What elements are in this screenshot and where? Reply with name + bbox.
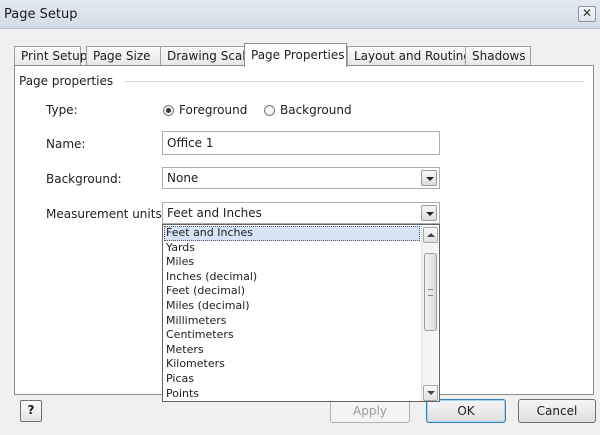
measurement-units-list[interactable]: Feet and Inches Yards Miles Inches (deci… xyxy=(162,224,440,402)
apply-button[interactable]: Apply xyxy=(330,399,410,423)
list-item[interactable]: Centimeters xyxy=(164,328,420,343)
group-title: Page properties xyxy=(19,74,114,88)
title-bar: Page Setup ✕ xyxy=(0,0,600,29)
tab-layout-and-routing[interactable]: Layout and Routing xyxy=(347,46,471,66)
foreground-radio[interactable]: Foreground xyxy=(163,103,247,117)
tab-page-properties[interactable]: Page Properties xyxy=(244,43,347,67)
list-item[interactable]: Millimeters xyxy=(164,314,420,329)
background-radio[interactable]: Background xyxy=(264,103,352,117)
close-icon: ✕ xyxy=(581,6,593,20)
ok-button[interactable]: OK xyxy=(426,399,506,423)
chevron-down-icon[interactable] xyxy=(421,170,437,186)
list-item[interactable]: Yards xyxy=(164,241,420,256)
close-button[interactable]: ✕ xyxy=(578,6,596,22)
tab-drawing-scale[interactable]: Drawing Scale xyxy=(160,46,255,66)
list-item[interactable]: Points xyxy=(164,387,420,401)
tab-print-setup[interactable]: Print Setup xyxy=(14,46,87,66)
name-label: Name: xyxy=(46,137,86,151)
measurement-units-dropdown[interactable]: Feet and Inches xyxy=(162,202,440,224)
background-value: None xyxy=(167,171,199,185)
background-dropdown[interactable]: None xyxy=(162,167,440,189)
help-button[interactable]: ? xyxy=(20,400,42,422)
list-item[interactable]: Meters xyxy=(164,343,420,358)
list-scrollbar[interactable] xyxy=(421,226,438,401)
list-item[interactable]: Kilometers xyxy=(164,357,420,372)
group-divider xyxy=(124,81,584,82)
radio-checked-icon xyxy=(163,104,174,116)
measurement-units-value: Feet and Inches xyxy=(167,206,262,220)
type-label: Type: xyxy=(46,103,78,117)
list-item[interactable]: Feet and Inches xyxy=(164,226,420,241)
background-radio-label: Background xyxy=(280,103,352,117)
measurement-units-label: Measurement units: xyxy=(46,207,166,221)
cancel-button[interactable]: Cancel xyxy=(518,399,596,423)
tab-shadows[interactable]: Shadows xyxy=(465,46,531,66)
list-item[interactable]: Miles (decimal) xyxy=(164,299,420,314)
background-label: Background: xyxy=(46,172,122,186)
foreground-radio-label: Foreground xyxy=(179,103,248,117)
list-item[interactable]: Picas xyxy=(164,372,420,387)
list-item[interactable]: Miles xyxy=(164,255,420,270)
help-icon: ? xyxy=(27,403,35,417)
scroll-down-icon[interactable] xyxy=(423,385,438,401)
name-field[interactable]: Office 1 xyxy=(162,131,440,155)
list-items: Feet and Inches Yards Miles Inches (deci… xyxy=(164,226,420,401)
chevron-down-icon[interactable] xyxy=(421,205,437,221)
radio-unchecked-icon xyxy=(264,104,275,116)
tab-page-size[interactable]: Page Size xyxy=(86,46,163,66)
scroll-up-icon[interactable] xyxy=(423,227,438,243)
window-title: Page Setup xyxy=(4,7,78,22)
list-item[interactable]: Inches (decimal) xyxy=(164,270,420,285)
list-item[interactable]: Feet (decimal) xyxy=(164,284,420,299)
scroll-thumb[interactable] xyxy=(424,253,437,331)
